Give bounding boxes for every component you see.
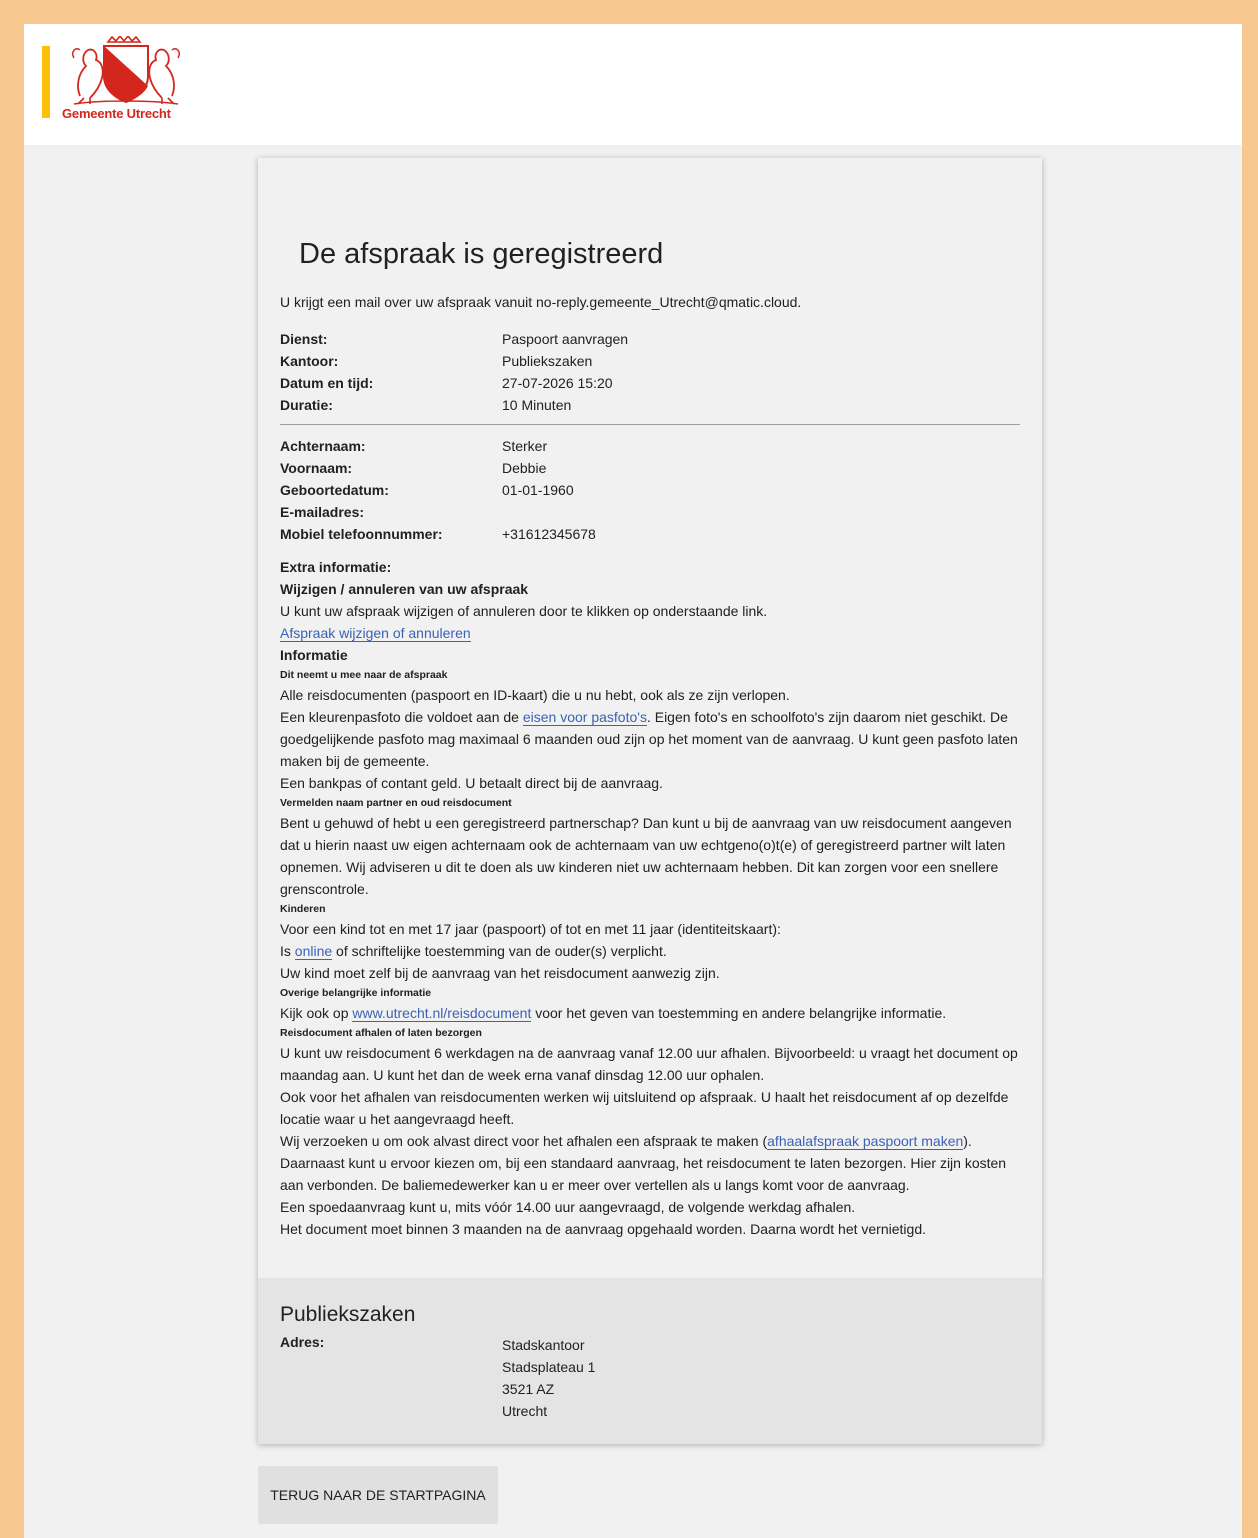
detail-value: 01-01-1960 [502,482,574,498]
detail-label: Duratie: [280,397,333,413]
kids-consent-line: Is online of schriftelijke toestemming v… [280,940,1020,962]
text: of schriftelijke toestemming van de oude… [332,943,667,959]
extra-heading: Extra informatie: [280,559,392,575]
logo-text: Gemeente Utrecht [62,106,171,121]
text: Wij verzoeken u om ook alvast direct voo… [280,1133,768,1149]
pickup-line: Ook voor het afhalen van reisdocumenten … [280,1089,1009,1127]
pickup-heading: Reisdocument afhalen of laten bezorgen [280,1027,482,1039]
other-heading: Overige belangrijke informatie [280,987,432,999]
detail-value: 27-07-2026 15:20 [502,375,613,391]
detail-label: Kantoor: [280,353,339,369]
detail-row-dienst: Dienst: Paspoort aanvragen [280,328,1020,350]
detail-row-voornaam: Voornaam: Debbie [280,457,1020,479]
office-section: Publiekszaken Adres: Stadskantoor Stadsp… [258,1278,1042,1444]
bring-line: Een bankpas of contant geld. U betaalt d… [280,775,663,791]
detail-value: Sterker [502,438,548,454]
detail-label: E-mailadres: [280,504,365,520]
kids-heading: Kinderen [280,903,326,915]
text: Een kleurenpasfoto die voldoet aan de [280,709,523,725]
detail-value: Publiekszaken [502,353,593,369]
office-title: Publiekszaken [280,1303,416,1326]
page-frame: Gemeente Utrecht De afspraak is geregist… [8,8,1242,1538]
text: Is [280,943,295,959]
change-appointment-link[interactable]: Afspraak wijzigen of annuleren [280,625,471,642]
address-label: Adres: [280,1334,325,1350]
detail-row-kantoor: Kantoor: Publiekszaken [280,350,1020,372]
page-title: De afspraak is geregistreerd [299,238,664,270]
back-to-start-button[interactable]: TERUG NAAR DE STARTPAGINA [258,1466,498,1524]
bring-heading: Dit neemt u mee naar de afspraak [280,669,448,681]
mail-notice: U krijgt een mail over uw afspraak vanui… [280,294,802,310]
change-text: U kunt uw afspraak wijzigen of annuleren… [280,603,768,619]
kids-line: Uw kind moet zelf bij de aanvraag van he… [280,965,720,981]
detail-label: Mobiel telefoonnummer: [280,526,443,542]
detail-label: Achternaam: [280,438,366,454]
detail-value: Paspoort aanvragen [502,331,629,347]
detail-label: Voornaam: [280,460,353,476]
bring-photo-line: Een kleurenpasfoto die voldoet aan de ei… [280,706,1020,772]
pickup-line: U kunt uw reisdocument 6 werkdagen na de… [280,1045,1018,1083]
partner-heading: Vermelden naam partner en oud reisdocume… [280,797,512,809]
office-address: Stadskantoor Stadsplateau 1 3521 AZ Utre… [502,1334,595,1422]
detail-row-geboortedatum: Geboortedatum: 01-01-1960 [280,479,1020,501]
detail-row-achternaam: Achternaam: Sterker [280,435,1020,457]
coat-of-arms-icon [71,34,181,105]
detail-label: Dienst: [280,331,328,347]
section-divider [280,424,1020,425]
kids-line: Voor een kind tot en met 17 jaar (paspoo… [280,921,781,937]
extra-information: Extra informatie: Wijzigen / annuleren v… [280,556,1020,1240]
person-details: Achternaam: Sterker Voornaam: Debbie Geb… [280,435,1020,545]
text: voor het geven van toestemming en andere… [531,1005,947,1021]
page-body: Gemeente Utrecht De afspraak is geregist… [24,24,1242,1538]
gemeente-utrecht-logo[interactable]: Gemeente Utrecht [60,34,192,128]
change-heading: Wijzigen / annuleren van uw afspraak [280,581,529,597]
text: Kijk ook op [280,1005,353,1021]
address-line: Utrecht [502,1403,548,1419]
text: ). [963,1133,972,1149]
detail-row-datum: Datum en tijd: 27-07-2026 15:20 [280,372,1020,394]
site-header: Gemeente Utrecht [24,24,1242,145]
detail-label: Geboortedatum: [280,482,389,498]
detail-row-mobiel: Mobiel telefoonnummer: +31612345678 [280,523,1020,545]
header-accent-bar [42,46,50,118]
info-heading: Informatie [280,647,348,663]
detail-row-duratie: Duratie: 10 Minuten [280,394,1020,416]
online-consent-link[interactable]: online [294,943,333,960]
pickup-line: Een spoedaanvraag kunt u, mits vóór 14.0… [280,1199,856,1215]
reisdocument-website-link[interactable]: www.utrecht.nl/reisdocument [352,1005,532,1022]
detail-label: Datum en tijd: [280,375,374,391]
detail-row-email: E-mailadres: [280,501,1020,523]
partner-text: Bent u gehuwd of hebt u een geregistreer… [280,815,1012,897]
other-line: Kijk ook op www.utrecht.nl/reisdocument … [280,1002,1020,1024]
photo-requirements-link[interactable]: eisen voor pasfoto's [522,709,647,726]
confirmation-card: De afspraak is geregistreerd U krijgt ee… [258,158,1042,1444]
address-line: 3521 AZ [502,1381,555,1397]
address-line: Stadskantoor [502,1337,585,1353]
pickup-line: Daarnaast kunt u ervoor kiezen om, bij e… [280,1155,1007,1193]
address-line: Stadsplateau 1 [502,1359,596,1375]
detail-value: +31612345678 [502,526,596,542]
detail-value: Debbie [502,460,547,476]
appointment-details: Dienst: Paspoort aanvragen Kantoor: Publ… [280,328,1020,416]
pickup-line: Het document moet binnen 3 maanden na de… [280,1221,926,1237]
pickup-appointment-line: Wij verzoeken u om ook alvast direct voo… [280,1130,1020,1152]
bring-line: Alle reisdocumenten (paspoort en ID-kaar… [280,687,790,703]
pickup-appointment-link[interactable]: afhaalafspraak paspoort maken [767,1133,964,1150]
detail-value: 10 Minuten [502,397,572,413]
